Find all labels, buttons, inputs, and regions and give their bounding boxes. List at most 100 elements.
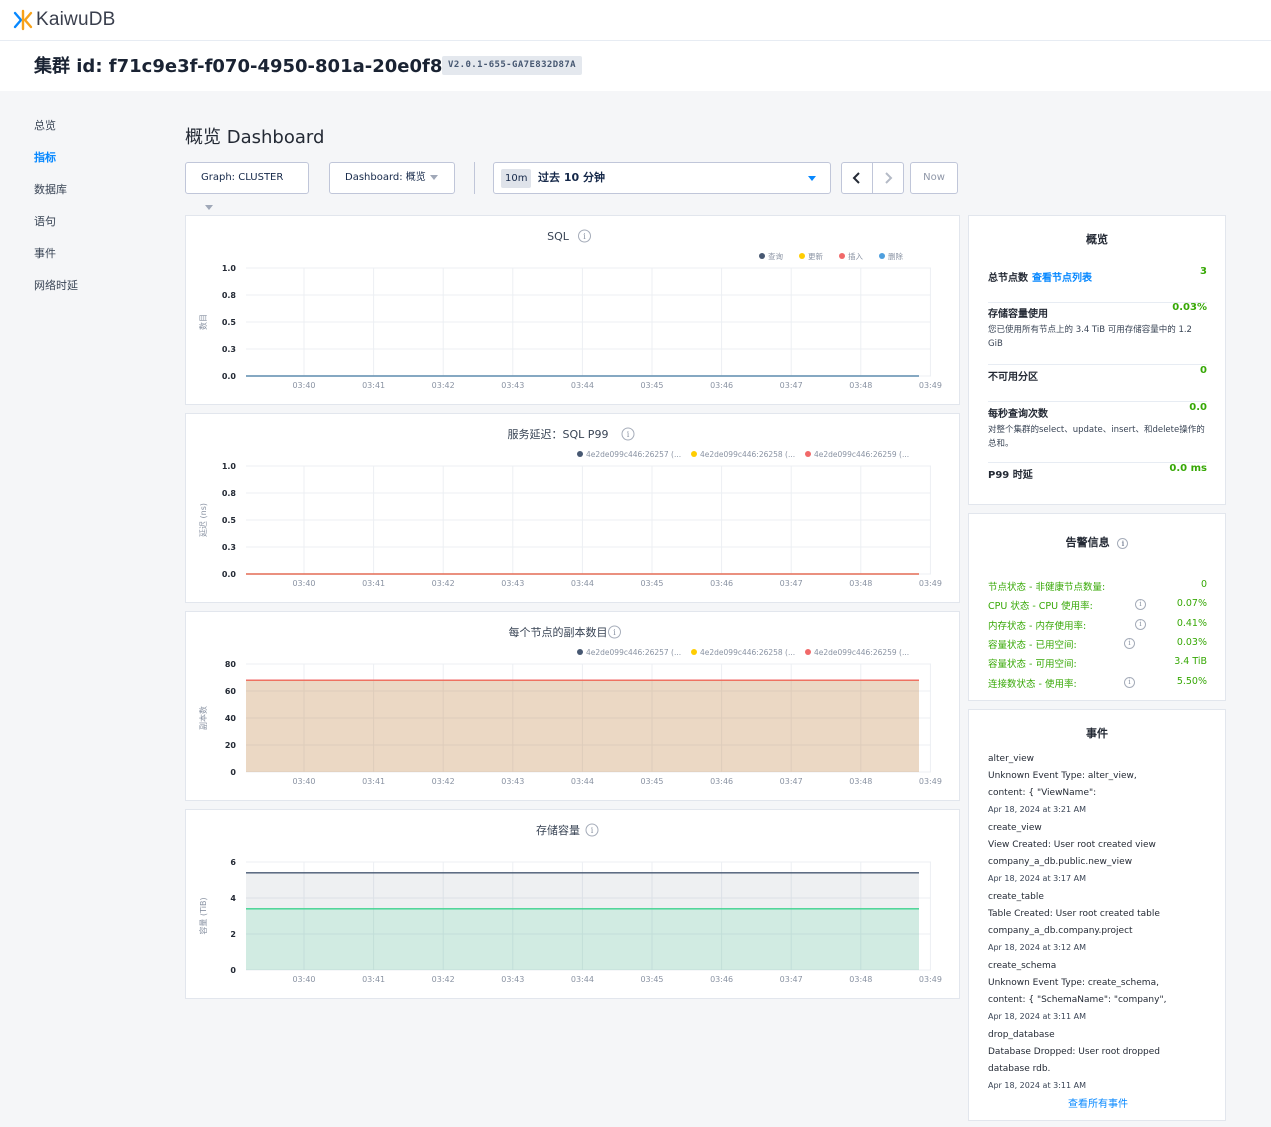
- x-tick-label: 03:43: [501, 975, 524, 984]
- info-icon[interactable]: i: [608, 625, 621, 639]
- x-tick-label: 03:48: [849, 579, 872, 588]
- y-tick-label: 1.0: [222, 264, 237, 273]
- x-tick-label: 03:40: [292, 777, 315, 786]
- event-item: alter_view Unknown Event Type: alter_view…: [988, 751, 1213, 818]
- chart-title: 服务延迟：SQL P99: [508, 428, 609, 441]
- nav-item-1[interactable]: 指标: [34, 150, 78, 182]
- legend-item[interactable]: 4e2de099c446:26257 (...: [577, 450, 681, 459]
- y-tick-label: 0.5: [222, 516, 237, 525]
- legend-item[interactable]: 更新: [799, 251, 823, 261]
- x-tick-label: 03:43: [501, 579, 524, 588]
- info-icon[interactable]: i: [1135, 599, 1146, 611]
- y-tick-label: 80: [225, 660, 237, 669]
- event-line: View Created: User root created view: [988, 840, 1156, 850]
- legend-item[interactable]: 4e2de099c446:26258 (...: [691, 648, 795, 657]
- alert-label: 内存状态 - 内存使用率:: [988, 620, 1087, 632]
- summary-desc: 您已使用所有节点上的 3.4 TiB 可用存储容量中的 1.2 GiB: [988, 325, 1192, 349]
- x-tick-label: 03:48: [849, 381, 872, 390]
- caret-down-icon: [429, 174, 438, 180]
- info-icon[interactable]: i: [621, 427, 635, 441]
- y-tick-label: 0: [230, 768, 236, 777]
- info-icon[interactable]: i: [585, 823, 599, 837]
- y-tick-label: 0.3: [222, 345, 236, 354]
- event-item: create_table Table Created: User root cre…: [988, 889, 1213, 956]
- kaiwudb-logo-icon: [13, 9, 33, 31]
- summary-label: 存储容量使用: [988, 309, 1048, 320]
- legend-item[interactable]: 删除: [879, 251, 903, 261]
- summary-value: 0: [1200, 365, 1207, 376]
- now-button[interactable]: Now: [910, 162, 958, 194]
- x-tick-label: 03:42: [432, 975, 455, 984]
- alert-label: 节点状态 - 非健康节点数量:: [988, 582, 1106, 593]
- event-time: Apr 18, 2024 at 3:11 AM: [988, 1012, 1087, 1021]
- x-tick-label: 03:47: [780, 975, 803, 984]
- x-tick-label: 03:40: [292, 381, 315, 390]
- x-tick-label: 03:47: [780, 381, 803, 390]
- legend-item[interactable]: 查询: [759, 251, 783, 261]
- legend-label: 4e2de099c446:26257 (...: [586, 648, 681, 657]
- alert-value: 0.41%: [1176, 617, 1207, 629]
- storage-chart: 存储容量 i 6 4 2 0 03:40 03:41 03:42 03:43 03:44 03:45 0…: [198, 823, 942, 984]
- x-tick-label: 03:49: [919, 777, 942, 786]
- legend-item[interactable]: 4e2de099c446:26259 (...: [805, 450, 909, 459]
- x-tick-label: 03:49: [919, 975, 942, 984]
- event-line: content: { "SchemaName": "company",: [988, 995, 1167, 1005]
- latency-chart-card: 服务延迟：SQL P99 i 4e2de099c446:26257 (... 4e2d…: [185, 413, 960, 603]
- top-bar: KaiwuDB: [0, 0, 1271, 41]
- legend-item[interactable]: 4e2de099c446:26257 (...: [577, 648, 681, 657]
- info-icon[interactable]: i: [1124, 676, 1135, 688]
- chart-title: SQL: [547, 230, 570, 243]
- nav-item-5[interactable]: 网络时延: [34, 278, 78, 310]
- nav-item-2[interactable]: 数据库: [34, 182, 78, 214]
- legend-label: 查询: [768, 251, 783, 261]
- x-tick-label: 03:40: [292, 579, 315, 588]
- x-tick-label: 03:46: [710, 381, 733, 390]
- info-icon[interactable]: i: [1117, 537, 1129, 549]
- legend-item[interactable]: 4e2de099c446:26258 (...: [691, 450, 795, 459]
- event-line: database rdb.: [988, 1064, 1051, 1074]
- logo-text: KaiwuDB: [36, 9, 116, 30]
- nav-item-3[interactable]: 语句: [34, 214, 78, 246]
- x-tick-label: 03:47: [780, 777, 803, 786]
- sql-chart: SQL i 查询 更新 插入 删除 1.0 0.8 0.5 0.3 0.0 03:40 03:41 03:…: [198, 229, 942, 390]
- legend-item[interactable]: 插入: [839, 251, 863, 261]
- event-line: create_view: [988, 823, 1042, 833]
- info-icon[interactable]: i: [1124, 637, 1135, 649]
- y-tick-label: 0.3: [222, 543, 236, 552]
- replicas-chart-card: 每个节点的副本数目 i 4e2de099c446:26257 (... 4e2de09…: [185, 611, 960, 801]
- alert-value: 0.03%: [1176, 636, 1207, 648]
- x-tick-label: 03:49: [919, 381, 942, 390]
- dashboard-select[interactable]: Dashboard: 概览: [329, 162, 455, 194]
- x-tick-label: 03:46: [710, 579, 733, 588]
- event-line: alter_view: [988, 754, 1035, 764]
- svg-text:i: i: [591, 826, 594, 835]
- alert-label: 容量状态 - 已用空间:: [988, 639, 1077, 651]
- alert-value: 3.4 TiB: [1174, 656, 1207, 668]
- nav-item-0[interactable]: 总览: [34, 118, 78, 150]
- y-axis-label: 容量 (TiB): [198, 897, 208, 934]
- cluster-title: 集群 id: f71c9e3f-f070-4950-801a-20e0f8f30…: [34, 56, 513, 77]
- view-all-events-link[interactable]: 查看所有事件: [969, 1095, 1227, 1110]
- next-time-button[interactable]: [872, 162, 904, 194]
- graph-select[interactable]: Graph: CLUSTER: [185, 162, 309, 210]
- summary-label: 每秒查询次数: [988, 409, 1048, 420]
- x-tick-label: 03:42: [432, 381, 455, 390]
- alert-row: 容量状态 - 已用空间: i 0.03%: [988, 637, 1207, 652]
- time-range-label: 过去 10 分钟: [538, 171, 605, 184]
- alert-value: 0: [1200, 579, 1207, 590]
- legend-item[interactable]: 4e2de099c446:26259 (...: [805, 648, 909, 657]
- info-icon[interactable]: i: [1135, 618, 1146, 630]
- alert-label: 连接数状态 - 使用率:: [988, 678, 1077, 690]
- version-badge: V2.0.1-655-GA7E832D87A: [442, 56, 583, 75]
- info-icon[interactable]: i: [578, 229, 591, 243]
- view-nodes-link[interactable]: 查看节点列表: [1032, 273, 1092, 284]
- kaiwudb-logo[interactable]: KaiwuDB: [12, 9, 116, 31]
- summary-row: 每秒查询次数 0.0 对整个集群的select、update、insert、和del…: [988, 402, 1207, 463]
- x-tick-label: 03:45: [640, 777, 663, 786]
- time-range-select[interactable]: 10m 过去 10 分钟: [493, 162, 831, 194]
- alerts-title: 告警信息 i: [969, 534, 1225, 550]
- nav-item-4[interactable]: 事件: [34, 246, 78, 278]
- prev-time-button[interactable]: [841, 162, 873, 194]
- y-tick-label: 0.5: [222, 318, 237, 327]
- alert-row: 节点状态 - 非健康节点数量: 0: [988, 579, 1207, 594]
